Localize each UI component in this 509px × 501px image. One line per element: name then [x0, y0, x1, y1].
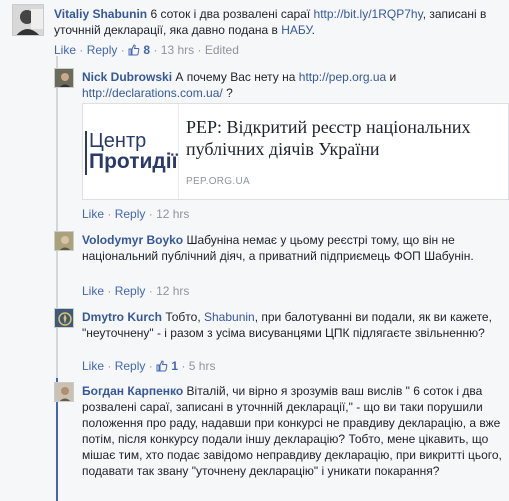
like-button[interactable]: Like	[82, 284, 104, 298]
timestamp[interactable]: 5 hrs	[189, 359, 216, 373]
card-title[interactable]: PEP: Відкритий реєстр національних публі…	[186, 116, 486, 160]
separator: ·	[197, 43, 202, 57]
comment-body: Vitaliy Shabunin 6 соток і два розвалені…	[54, 6, 504, 38]
author-name[interactable]: Vitaliy Shabunin	[54, 7, 147, 21]
comment-text: 6 соток і два розвалені сараї	[147, 7, 314, 21]
separator: ·	[148, 207, 153, 221]
separator: ·	[181, 359, 186, 373]
comment-actions: Like · Reply · 8 · 13 hrs · Edited	[54, 42, 239, 58]
card-logo-line1: Центр	[89, 130, 147, 152]
separator: ·	[120, 43, 125, 57]
author-name[interactable]: Dmytro Kurch	[82, 310, 162, 324]
reply-button[interactable]: Reply	[115, 359, 146, 373]
comment-link[interactable]: http://declarations.com.ua/	[82, 86, 223, 100]
card-logo-bar	[85, 131, 87, 175]
separator: ·	[107, 359, 112, 373]
like-button[interactable]: Like	[82, 207, 104, 221]
avatar[interactable]	[54, 382, 74, 402]
author-name[interactable]: Volodymyr Boyko	[82, 233, 183, 247]
card-thumbnail: Центр Протидії	[83, 104, 179, 199]
like-count[interactable]: 1	[171, 359, 178, 373]
comment-actions: Like · Reply · 1 · 5 hrs	[82, 358, 215, 374]
comment-text: ?	[222, 86, 233, 100]
separator: ·	[107, 207, 112, 221]
comment-actions: Like · Reply · 12 hrs	[82, 206, 189, 222]
timestamp[interactable]: 12 hrs	[156, 207, 189, 221]
avatar[interactable]	[54, 68, 74, 88]
comment-text: А почему Вас нету на	[172, 70, 299, 84]
comment-link[interactable]: http://pep.org.ua	[299, 70, 386, 84]
link-preview-card[interactable]: Центр Протидії PEP: Відкритий реєстр нац…	[82, 103, 509, 200]
avatar[interactable]	[12, 4, 44, 36]
mention-link[interactable]: Shabunin	[204, 310, 255, 324]
like-button[interactable]: Like	[82, 359, 104, 373]
comment-body: Volodymyr Boyko Шабуніна немає у цьому р…	[82, 232, 502, 264]
comment-text: .	[311, 23, 315, 37]
thumbs-up-icon[interactable]	[156, 360, 168, 372]
thumbs-up-icon[interactable]	[128, 44, 140, 56]
reply-button[interactable]: Reply	[115, 284, 146, 298]
author-name[interactable]: Богдан Карпенко	[82, 384, 183, 398]
author-name[interactable]: Nick Dubrowski	[82, 70, 172, 84]
avatar[interactable]	[54, 231, 74, 251]
like-button[interactable]: Like	[54, 43, 76, 57]
card-logo-line2: Протидії	[89, 150, 178, 173]
comment-text: и	[386, 70, 397, 84]
comment-link[interactable]: http://bit.ly/1RQP7hy	[314, 7, 423, 21]
comment-body: Dmytro Kurch Тобто, Shabunin, при балоту…	[82, 309, 502, 341]
separator: ·	[153, 43, 158, 57]
comment-link[interactable]: НАБУ	[281, 23, 311, 37]
reply-button[interactable]: Reply	[115, 207, 146, 221]
separator: ·	[148, 284, 153, 298]
comment-actions: Like · Reply · 12 hrs	[82, 283, 189, 299]
timestamp[interactable]: 12 hrs	[156, 284, 189, 298]
comment-body: Богдан Карпенко Віталій, чи вірно я зроз…	[82, 383, 502, 479]
comment-text: Тобто,	[162, 310, 204, 324]
timestamp[interactable]: 13 hrs	[161, 43, 194, 57]
separator: ·	[79, 43, 84, 57]
separator: ·	[148, 359, 153, 373]
avatar[interactable]	[54, 308, 74, 328]
edited-label[interactable]: Edited	[205, 43, 239, 57]
like-count[interactable]: 8	[143, 43, 150, 57]
separator: ·	[107, 284, 112, 298]
comment-body: Nick Dubrowski А почему Вас нету на http…	[82, 69, 502, 101]
reply-button[interactable]: Reply	[87, 43, 118, 57]
card-domain: PEP.ORG.UA	[186, 176, 250, 187]
comment-text: Віталій, чи вірно я зрозумів ваш вислів …	[82, 384, 502, 478]
